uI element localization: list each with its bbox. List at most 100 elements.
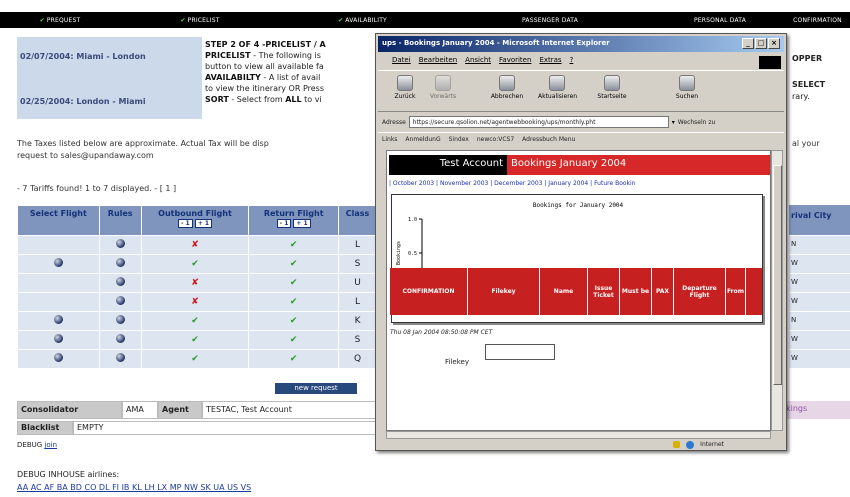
rules-cell[interactable] — [98, 311, 142, 331]
rules-info-icon[interactable] — [115, 353, 125, 362]
toolbar-button-forward[interactable]: Vorwärts — [424, 75, 462, 100]
rules-info-icon[interactable] — [115, 277, 125, 286]
outbound-minus-button[interactable]: - 1 — [177, 219, 193, 228]
maximize-button[interactable]: □ — [755, 38, 767, 49]
tariff-row: ✔ ✔ K — [17, 311, 377, 331]
rules-info-icon[interactable] — [115, 239, 125, 248]
filekey-input[interactable] — [485, 344, 555, 360]
link-item[interactable]: Sindex — [449, 136, 469, 143]
rules-cell[interactable] — [98, 254, 142, 274]
rules-info-icon[interactable] — [115, 315, 125, 324]
rules-info-icon[interactable] — [115, 258, 125, 267]
class-cell: U — [338, 273, 377, 293]
select-flight-cell[interactable] — [17, 311, 100, 331]
menu-item[interactable]: Extras — [539, 56, 561, 66]
menu-item[interactable]: Bearbeiten — [419, 56, 457, 66]
close-button[interactable]: × — [768, 38, 780, 49]
rules-cell[interactable] — [98, 349, 142, 369]
tariff-row: ✔ ✔ Q — [17, 349, 377, 369]
timestamp: Thu 08 Jan 2004 08:50:08 PM CET — [390, 329, 493, 336]
return-plus-button[interactable]: + 1 — [293, 219, 311, 228]
menu-item[interactable]: Ansicht — [465, 56, 491, 66]
header-account: Test Account — [389, 155, 507, 175]
select-flight-icon[interactable] — [53, 258, 63, 267]
step-title: STEP 2 OF 4 -PRICELIST / A — [205, 40, 326, 49]
refresh-icon — [549, 75, 565, 91]
return-minus-button[interactable]: - 1 — [276, 219, 292, 228]
sort-text-end: to vi — [301, 95, 322, 104]
agent-label: Agent — [158, 401, 202, 419]
rules-cell[interactable] — [98, 235, 142, 255]
browser-menu-bar: Datei Bearbeiten Ansicht Favoriten Extras? — [378, 54, 784, 68]
rules-info-icon[interactable] — [115, 334, 125, 343]
toolbar-button-back[interactable]: Zurück — [386, 75, 424, 100]
step-label: PERSONAL DATA — [693, 16, 746, 24]
tariff-table: Select Flight Rules Outbound Flight - 1 + … — [17, 205, 377, 369]
consolidator-code: AMA — [122, 401, 158, 419]
step-passenger-data: PASSENGER DATA — [445, 17, 655, 24]
menu-item[interactable]: Datei — [392, 56, 411, 66]
toolbar-button-refresh[interactable]: Aktualisieren — [538, 75, 577, 100]
toolbar-button-home[interactable]: Startseite — [593, 75, 631, 100]
cross-icon: ✘ — [191, 297, 199, 307]
new-request-button[interactable]: new request — [275, 383, 357, 394]
select-flight-cell — [17, 235, 100, 255]
check-icon: ✔ — [338, 16, 344, 24]
header-arrival-city: rival City — [789, 205, 850, 235]
cross-icon: ✘ — [191, 240, 199, 250]
bookings-link[interactable]: kings — [782, 401, 850, 419]
sort-all: ALL — [285, 95, 302, 104]
link-item[interactable]: Adressbuch Menu — [522, 136, 575, 143]
select-flight-cell — [17, 273, 100, 293]
browser-title-bar[interactable]: ups - Bookings January 2004 - Microsoft … — [378, 36, 784, 52]
step-label: AVAILABILITY — [345, 16, 387, 24]
link-item[interactable]: AnmeldunG — [405, 136, 440, 143]
return-cell: ✔ — [248, 311, 340, 331]
select-flight-cell[interactable] — [17, 254, 100, 274]
outbound-cell: ✔ — [140, 311, 250, 331]
blacklist-row: Blacklist EMPTY — [17, 421, 377, 435]
address-input[interactable]: https://secure.qsolion.net/agentwebbooki… — [408, 116, 669, 128]
check-icon: ✔ — [180, 16, 186, 24]
outbound-plus-button[interactable]: + 1 — [194, 219, 213, 228]
month-navigation[interactable]: | October 2003 | November 2003 | Decembe… — [389, 180, 769, 187]
vertical-scrollbar[interactable] — [771, 150, 783, 431]
horizontal-scrollbar[interactable] — [386, 431, 771, 439]
rules-cell[interactable] — [98, 273, 142, 293]
link-item[interactable]: newco:VCS7 — [477, 136, 514, 143]
select-flight-icon[interactable] — [53, 353, 63, 362]
scrollbar-thumb[interactable] — [773, 165, 782, 385]
browser-popup-window: ups - Bookings January 2004 - Microsoft … — [375, 33, 787, 451]
rules-info-icon[interactable] — [115, 296, 125, 305]
menu-item[interactable]: ? — [570, 56, 574, 66]
header-title: Bookings January 2004 — [507, 155, 770, 175]
select-flight-icon[interactable] — [53, 334, 63, 343]
check-icon: ✔ — [191, 335, 199, 345]
return-cell: ✔ — [248, 349, 340, 369]
check-icon: ✔ — [289, 278, 298, 288]
join-link[interactable]: join — [44, 441, 57, 449]
debug-airlines-links[interactable]: AA AC AF BA BD CO DL FI IB KL LH LX MP N… — [17, 483, 251, 492]
minimize-button[interactable]: _ — [742, 38, 754, 49]
select-flight-icon[interactable] — [53, 315, 63, 324]
arrival-city-cell: N — [789, 235, 850, 254]
select-flight-cell[interactable] — [17, 349, 100, 369]
toolbar-label: Vorwärts — [429, 93, 457, 100]
step-confirmation: CONFIRMATION — [785, 17, 850, 24]
go-arrow-icon[interactable]: ▾ — [672, 119, 675, 126]
rules-cell[interactable] — [98, 292, 142, 312]
chart-title: Bookings for January 2004 — [533, 202, 624, 209]
select-flight-cell — [17, 292, 100, 312]
step-label: PRICELIST — [187, 16, 220, 24]
go-button[interactable]: Wechseln zu — [678, 119, 716, 126]
outbound-cell: ✘ — [140, 292, 250, 312]
sort-label: SORT — [205, 95, 229, 104]
step-label: CONFIRMATION — [793, 16, 842, 24]
menu-item[interactable]: Favoriten — [499, 56, 531, 66]
browser-status-bar: Internet — [378, 439, 784, 450]
pricelist-text: - The following is — [250, 51, 321, 60]
toolbar-button-stop[interactable]: Abbrechen — [488, 75, 526, 100]
toolbar-button-search[interactable]: Suchen — [668, 75, 706, 100]
select-flight-cell[interactable] — [17, 330, 100, 350]
rules-cell[interactable] — [98, 330, 142, 350]
